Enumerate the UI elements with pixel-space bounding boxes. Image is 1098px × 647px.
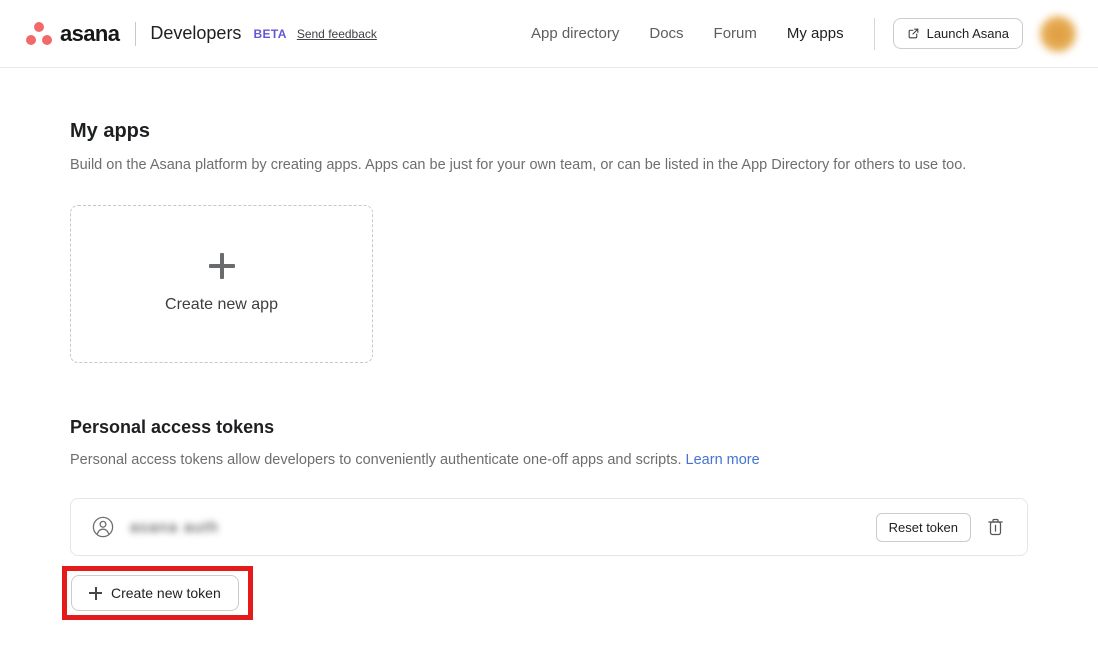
launch-asana-label: Launch Asana bbox=[927, 26, 1009, 41]
my-apps-description: Build on the Asana platform by creating … bbox=[70, 156, 1028, 176]
create-new-token-button[interactable]: Create new token bbox=[71, 575, 239, 611]
my-apps-title: My apps bbox=[70, 120, 1028, 143]
my-apps-section: My apps Build on the Asana platform by c… bbox=[70, 120, 1028, 363]
create-new-app-label: Create new app bbox=[165, 296, 278, 314]
beta-badge: BETA bbox=[253, 27, 286, 41]
main-content: My apps Build on the Asana platform by c… bbox=[0, 120, 1098, 620]
tokens-description-text: Personal access tokens allow developers … bbox=[70, 452, 682, 468]
reset-token-button[interactable]: Reset token bbox=[876, 513, 971, 542]
nav-divider bbox=[874, 18, 875, 50]
user-circle-icon bbox=[91, 515, 115, 539]
product-name: Developers bbox=[150, 23, 241, 44]
tokens-description: Personal access tokens allow developers … bbox=[70, 451, 1028, 471]
token-row: asana auth Reset token bbox=[70, 498, 1028, 556]
header-nav: App directory Docs Forum My apps Launch … bbox=[531, 16, 1076, 52]
nav-item-docs[interactable]: Docs bbox=[649, 25, 683, 42]
create-new-token-label: Create new token bbox=[111, 585, 221, 601]
personal-access-tokens-section: Personal access tokens Personal access t… bbox=[70, 417, 1028, 621]
send-feedback-link[interactable]: Send feedback bbox=[297, 27, 377, 41]
asana-logo[interactable]: asana bbox=[26, 21, 119, 47]
user-avatar[interactable] bbox=[1040, 16, 1076, 52]
nav-item-app-directory[interactable]: App directory bbox=[531, 25, 619, 42]
top-header: asana Developers BETA Send feedback App … bbox=[0, 0, 1098, 68]
annotation-highlight-box: Create new token bbox=[62, 566, 253, 620]
external-link-icon bbox=[907, 27, 920, 40]
nav-item-forum[interactable]: Forum bbox=[714, 25, 757, 42]
learn-more-link[interactable]: Learn more bbox=[686, 452, 760, 468]
plus-icon bbox=[89, 587, 102, 600]
asana-wordmark: asana bbox=[60, 21, 119, 47]
nav-item-my-apps[interactable]: My apps bbox=[787, 25, 844, 42]
plus-icon bbox=[209, 253, 235, 279]
header-brand: asana Developers BETA Send feedback bbox=[26, 21, 377, 47]
launch-asana-button[interactable]: Launch Asana bbox=[893, 18, 1023, 49]
delete-token-button[interactable] bbox=[986, 517, 1005, 537]
create-new-app-card[interactable]: Create new app bbox=[70, 205, 373, 363]
trash-icon bbox=[986, 517, 1005, 537]
brand-divider bbox=[135, 22, 136, 46]
token-actions: Reset token bbox=[876, 513, 1005, 542]
asana-dots-icon bbox=[26, 21, 53, 46]
token-name-redacted: asana auth bbox=[130, 519, 219, 536]
tokens-title: Personal access tokens bbox=[70, 417, 1028, 438]
